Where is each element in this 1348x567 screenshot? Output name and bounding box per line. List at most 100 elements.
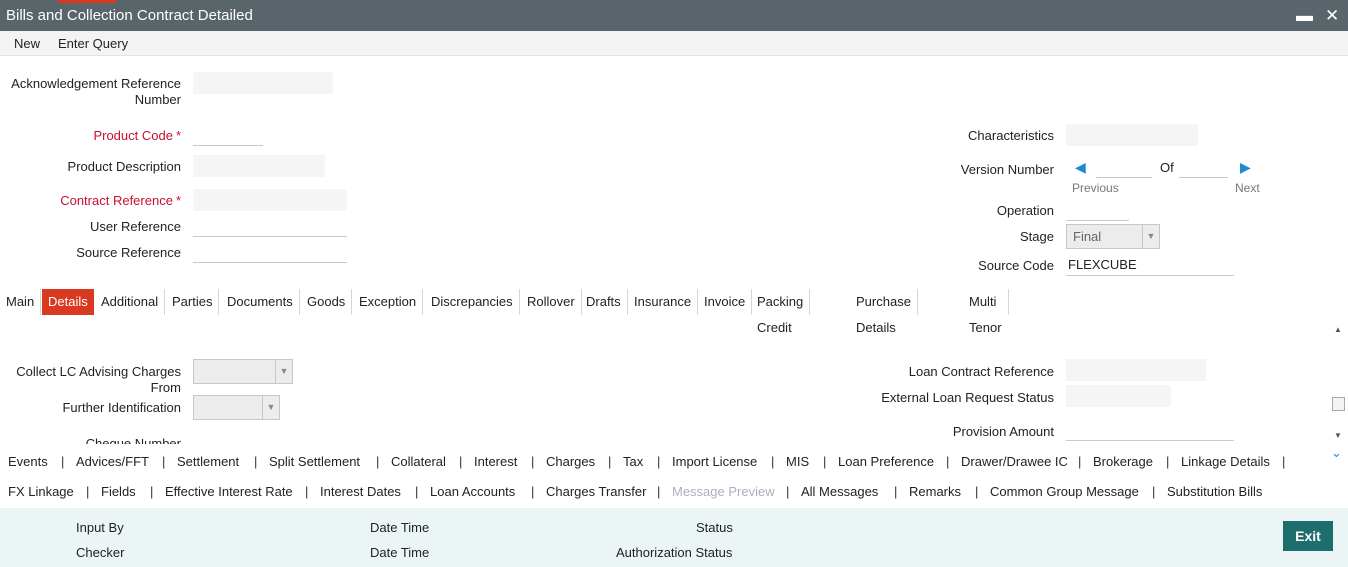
tab-goods[interactable]: Goods	[301, 289, 353, 315]
enter-query-menu-item[interactable]: Enter Query	[58, 36, 128, 51]
split-settlement-link[interactable]: Split Settlement	[269, 454, 360, 469]
user-reference-input[interactable]	[193, 215, 347, 237]
separator: |	[1166, 454, 1170, 469]
checker-date-time-label: Date Time	[370, 545, 430, 560]
tab-packing-credit[interactable]: Packing Credit	[751, 289, 811, 335]
source-reference-label: Source Reference	[76, 245, 181, 260]
characteristics-label: Characteristics	[968, 128, 1054, 143]
common-group-message-link[interactable]: Common Group Message	[990, 484, 1139, 499]
effective-interest-rate-link[interactable]: Effective Interest Rate	[165, 484, 293, 499]
loan-preference-link[interactable]: Loan Preference	[838, 454, 934, 469]
tab-details[interactable]: Details	[42, 289, 94, 315]
brokerage-link[interactable]: Brokerage	[1093, 454, 1153, 469]
scrollbar-thumb[interactable]	[1332, 397, 1345, 411]
settlement-link[interactable]: Settlement	[177, 454, 239, 469]
remarks-link[interactable]: Remarks	[909, 484, 961, 499]
loan-contract-reference-field[interactable]	[1066, 359, 1206, 381]
product-description-field[interactable]	[193, 155, 325, 177]
collect-lc-advising-select[interactable]: ▼	[193, 359, 293, 384]
tab-documents[interactable]: Documents	[221, 289, 300, 315]
tax-link[interactable]: Tax	[623, 454, 643, 469]
stage-label: Stage	[1020, 229, 1054, 244]
interest-link[interactable]: Interest	[474, 454, 517, 469]
collect-lc-advising-label: Collect LC Advising Charges From	[16, 364, 181, 395]
scroll-up-icon[interactable]: ▲	[1334, 325, 1342, 334]
triangle-right-icon[interactable]: ▶	[1240, 159, 1251, 176]
charges-transfer-link[interactable]: Charges Transfer	[546, 484, 646, 499]
minimize-icon[interactable]: ▬	[1296, 0, 1313, 31]
of-label: Of	[1160, 160, 1174, 175]
tab-drafts[interactable]: Drafts	[580, 289, 628, 315]
separator: |	[1152, 484, 1156, 499]
chevron-down-icon[interactable]: ⌄	[1331, 445, 1342, 461]
source-reference-input[interactable]	[193, 241, 347, 263]
title-accent-bar	[58, 0, 116, 3]
separator: |	[86, 484, 90, 499]
version-total-input[interactable]	[1179, 156, 1228, 178]
triangle-left-icon[interactable]: ◀	[1075, 159, 1086, 176]
tab-rollover[interactable]: Rollover	[521, 289, 582, 315]
authorization-status-label: Authorization Status	[616, 545, 733, 560]
contract-reference-field[interactable]	[193, 189, 347, 211]
further-identification-select[interactable]: ▼	[193, 395, 280, 420]
drawer-drawee-ic-link[interactable]: Drawer/Drawee IC	[961, 454, 1068, 469]
separator: |	[531, 484, 535, 499]
input-by-label: Input By	[76, 520, 124, 535]
events-link[interactable]: Events	[8, 454, 48, 469]
separator: |	[150, 484, 154, 499]
fields-link[interactable]: Fields	[101, 484, 136, 499]
version-number-label: Version Number	[960, 162, 1054, 177]
status-label: Status	[696, 520, 733, 535]
external-loan-status-field[interactable]	[1066, 385, 1171, 407]
tab-additional[interactable]: Additional	[95, 289, 166, 315]
mis-link[interactable]: MIS	[786, 454, 809, 469]
all-messages-link[interactable]: All Messages	[801, 484, 878, 499]
next-label[interactable]: Next	[1235, 181, 1260, 195]
substitution-bills-link[interactable]: Substitution Bills	[1167, 484, 1262, 499]
charges-link[interactable]: Charges	[546, 454, 595, 469]
tab-invoice[interactable]: Invoice	[698, 289, 753, 315]
advices-fft-link[interactable]: Advices/FFT	[76, 454, 149, 469]
tab-parties[interactable]: Parties	[166, 289, 220, 315]
tab-multi-tenor[interactable]: Multi Tenor	[963, 289, 1009, 335]
tab-main[interactable]: Main	[0, 289, 42, 315]
import-license-link[interactable]: Import License	[672, 454, 757, 469]
tab-purchase-details[interactable]: Purchase Details	[850, 289, 918, 335]
provision-amount-input[interactable]	[1066, 419, 1234, 441]
linkage-details-link[interactable]: Linkage Details	[1181, 454, 1270, 469]
separator: |	[975, 484, 979, 499]
ack-ref-field[interactable]	[193, 72, 333, 94]
product-code-input[interactable]	[193, 124, 263, 146]
scroll-down-icon[interactable]: ▼	[1334, 431, 1342, 440]
vertical-scrollbar[interactable]: ▲ ▼	[1331, 323, 1346, 443]
source-code-input[interactable]: FLEXCUBE	[1066, 254, 1234, 276]
exit-button[interactable]: Exit	[1283, 521, 1333, 551]
interest-dates-link[interactable]: Interest Dates	[320, 484, 401, 499]
window-title: Bills and Collection Contract Detailed	[6, 7, 253, 24]
version-number-input[interactable]	[1096, 156, 1152, 178]
previous-label[interactable]: Previous	[1072, 181, 1119, 195]
fx-linkage-link[interactable]: FX Linkage	[8, 484, 74, 499]
separator: |	[657, 454, 661, 469]
chevron-down-icon: ▼	[275, 360, 292, 383]
tab-discrepancies[interactable]: Discrepancies	[425, 289, 520, 315]
loan-contract-reference-label: Loan Contract Reference	[908, 364, 1054, 379]
tab-exception[interactable]: Exception	[353, 289, 424, 315]
stage-select[interactable]: Final ▼	[1066, 224, 1160, 249]
operation-input[interactable]	[1066, 199, 1129, 221]
separator: |	[254, 454, 258, 469]
close-icon[interactable]: ✕	[1325, 0, 1339, 31]
new-menu-item[interactable]: New	[14, 36, 40, 51]
separator: |	[823, 454, 827, 469]
stage-value: Final	[1073, 229, 1102, 244]
product-code-label: Product Code *	[93, 128, 181, 143]
ack-ref-label: Acknowledgement Reference Number	[11, 76, 181, 107]
separator: |	[771, 454, 775, 469]
characteristics-field[interactable]	[1066, 124, 1198, 146]
operation-label: Operation	[996, 203, 1054, 218]
separator: |	[786, 484, 790, 499]
loan-accounts-link[interactable]: Loan Accounts	[430, 484, 515, 499]
contract-reference-label: Contract Reference *	[60, 193, 181, 208]
collateral-link[interactable]: Collateral	[391, 454, 446, 469]
tab-insurance[interactable]: Insurance	[628, 289, 699, 315]
